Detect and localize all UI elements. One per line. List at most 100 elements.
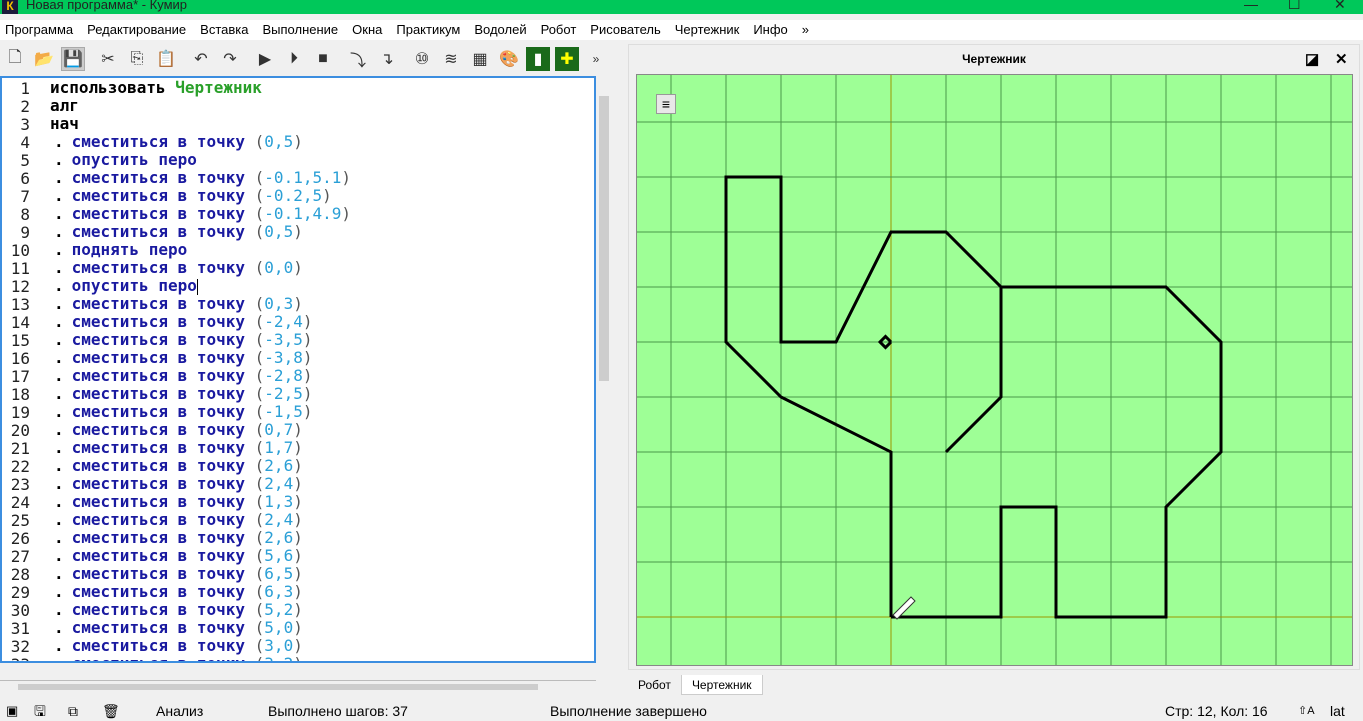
- code-line[interactable]: . сместиться в точку (5,6): [50, 547, 303, 565]
- paren-open: (: [245, 636, 265, 655]
- stop-icon[interactable]: ■: [311, 47, 335, 71]
- code-line[interactable]: . сместиться в точку (1,3): [50, 493, 303, 511]
- step-out-icon[interactable]: ↴: [375, 47, 399, 71]
- menu-item[interactable]: Выполнение: [257, 20, 345, 40]
- code-line[interactable]: . сместиться в точку (2,4): [50, 511, 303, 529]
- toolbar-more-button[interactable]: »: [584, 47, 608, 71]
- code-line[interactable]: использовать Чертежник: [50, 79, 262, 97]
- menu-item[interactable]: Вставка: [195, 20, 255, 40]
- arguments: 1,7: [264, 438, 294, 457]
- code-line[interactable]: . сместиться в точку (-0.1,5.1): [50, 169, 351, 187]
- code-line[interactable]: . сместиться в точку (6,5): [50, 565, 303, 583]
- close-icon[interactable]: ✕: [1335, 50, 1348, 68]
- menu-item[interactable]: Практикум: [391, 20, 467, 40]
- code-line[interactable]: . опустить перо: [50, 277, 198, 295]
- line-number: 15: [10, 331, 30, 350]
- code-line[interactable]: . сместиться в точку (-0.1,4.9): [50, 205, 351, 223]
- redo-icon[interactable]: ↷: [218, 47, 242, 71]
- aquarius-icon[interactable]: ≋: [439, 47, 463, 71]
- menu-item[interactable]: Чертежник: [670, 20, 747, 40]
- code-line[interactable]: . сместиться в точку (5,2): [50, 601, 303, 619]
- minimize-button[interactable]: —: [1244, 0, 1258, 12]
- code-line[interactable]: . сместиться в точку (1,7): [50, 439, 303, 457]
- paren-open: (: [245, 420, 265, 439]
- tab-robot[interactable]: Робот: [628, 675, 681, 695]
- code-line[interactable]: . сместиться в точку (-3,5): [50, 331, 312, 349]
- paren-close: ): [302, 384, 313, 403]
- console-horizontal-scrollbar[interactable]: [0, 680, 596, 692]
- open-folder-icon[interactable]: 📂: [32, 47, 56, 71]
- code-line[interactable]: . сместиться в точку (-1,5): [50, 403, 312, 421]
- paste-icon[interactable]: 📋: [154, 47, 178, 71]
- maximize-button[interactable]: ☐: [1288, 0, 1301, 13]
- menu-item[interactable]: »: [797, 20, 816, 40]
- menu-item[interactable]: Робот: [536, 20, 584, 40]
- menu-item[interactable]: Окна: [347, 20, 389, 40]
- menu-item[interactable]: Водолей: [469, 20, 533, 40]
- code-line[interactable]: . сместиться в точку (6,3): [50, 583, 303, 601]
- scroll-thumb[interactable]: [18, 684, 538, 690]
- code-line[interactable]: . сместиться в точку (-3,8): [50, 349, 312, 367]
- paren-open: (: [245, 186, 265, 205]
- indent-dot: .: [54, 510, 64, 529]
- close-button[interactable]: ✕: [1334, 0, 1346, 13]
- arguments: 0,5: [264, 222, 294, 241]
- menu-item[interactable]: Программа: [0, 20, 80, 40]
- code-line[interactable]: . сместиться в точку (0,0): [50, 259, 303, 277]
- editor-vertical-scrollbar[interactable]: [596, 76, 612, 663]
- code-line[interactable]: . сместиться в точку (-2,5): [50, 385, 312, 403]
- code-line[interactable]: . сместиться в точку (-2,4): [50, 313, 312, 331]
- copy-output-icon[interactable]: ⧉: [68, 701, 78, 721]
- keyboard-layout: lat: [1330, 703, 1345, 719]
- code-line[interactable]: . сместиться в точку (3,0): [50, 637, 303, 655]
- code-line[interactable]: . сместиться в точку (0,5): [50, 223, 303, 241]
- new-file-icon[interactable]: 🗋: [3, 47, 27, 71]
- clear-output-icon[interactable]: 🗑: [102, 701, 120, 721]
- code-line[interactable]: . сместиться в точку (0,5): [50, 133, 303, 151]
- code-editor[interactable]: 1 2 3 4 5 6 7 8 9 10 11 12 13 14 15 16 17 18 19 20 21 22 23 24 2…: [0, 76, 596, 663]
- step-run-icon[interactable]: ⏵: [282, 47, 306, 71]
- run-icon[interactable]: ▶: [253, 47, 277, 71]
- menu-icon[interactable]: ≡: [656, 94, 676, 114]
- console-icon[interactable]: ▣: [6, 701, 18, 721]
- tab-drawer[interactable]: Чертежник: [680, 675, 763, 695]
- code-line[interactable]: . сместиться в точку (5,0): [50, 619, 303, 637]
- code-line[interactable]: алг: [50, 97, 79, 115]
- copy-icon[interactable]: ⎘: [125, 47, 149, 71]
- save-output-icon[interactable]: 🖫: [34, 701, 46, 721]
- code-line[interactable]: . сместиться в точку (2,6): [50, 529, 303, 547]
- code-line[interactable]: . сместиться в точку (2,6): [50, 457, 303, 475]
- indent-dot: .: [54, 618, 64, 637]
- undo-icon[interactable]: ↶: [189, 47, 213, 71]
- step-into-icon[interactable]: ⤵: [346, 47, 370, 71]
- paren-open: (: [245, 312, 265, 331]
- counter-icon[interactable]: ⑩: [410, 47, 434, 71]
- code-line[interactable]: нач: [50, 115, 79, 133]
- code-line[interactable]: . поднять перо: [50, 241, 187, 259]
- drawer-canvas[interactable]: ≡: [636, 74, 1353, 666]
- command: сместиться в точку: [71, 564, 246, 583]
- kuznechik-icon[interactable]: ▮: [526, 47, 550, 71]
- code-line[interactable]: . сместиться в точку (3,2): [50, 655, 303, 662]
- painter-icon[interactable]: 🎨: [497, 47, 521, 71]
- menu-item[interactable]: Инфо: [748, 20, 794, 40]
- menu-item[interactable]: Редактирование: [82, 20, 193, 40]
- save-icon[interactable]: 💾: [61, 47, 85, 71]
- menu-item[interactable]: Рисователь: [585, 20, 667, 40]
- code-line[interactable]: . сместиться в точку (2,4): [50, 475, 303, 493]
- code-line[interactable]: . опустить перо: [50, 151, 197, 169]
- code-line[interactable]: . сместиться в точку (-2,8): [50, 367, 312, 385]
- undock-icon[interactable]: ◪: [1305, 50, 1319, 68]
- cut-icon[interactable]: ✂: [96, 47, 120, 71]
- arguments: 0,5: [264, 132, 294, 151]
- indent-dot: .: [54, 402, 64, 421]
- code-line[interactable]: . сместиться в точку (0,3): [50, 295, 303, 313]
- scroll-thumb[interactable]: [599, 96, 609, 381]
- code-line[interactable]: . сместиться в точку (-0.2,5): [50, 187, 332, 205]
- drawer-icon[interactable]: ✚: [555, 47, 579, 71]
- robot-grid-icon[interactable]: ▦: [468, 47, 492, 71]
- code-line[interactable]: . сместиться в точку (0,7): [50, 421, 303, 439]
- drawing: [637, 75, 1352, 665]
- line-number: 5: [20, 151, 30, 170]
- line-number: 14: [10, 313, 30, 332]
